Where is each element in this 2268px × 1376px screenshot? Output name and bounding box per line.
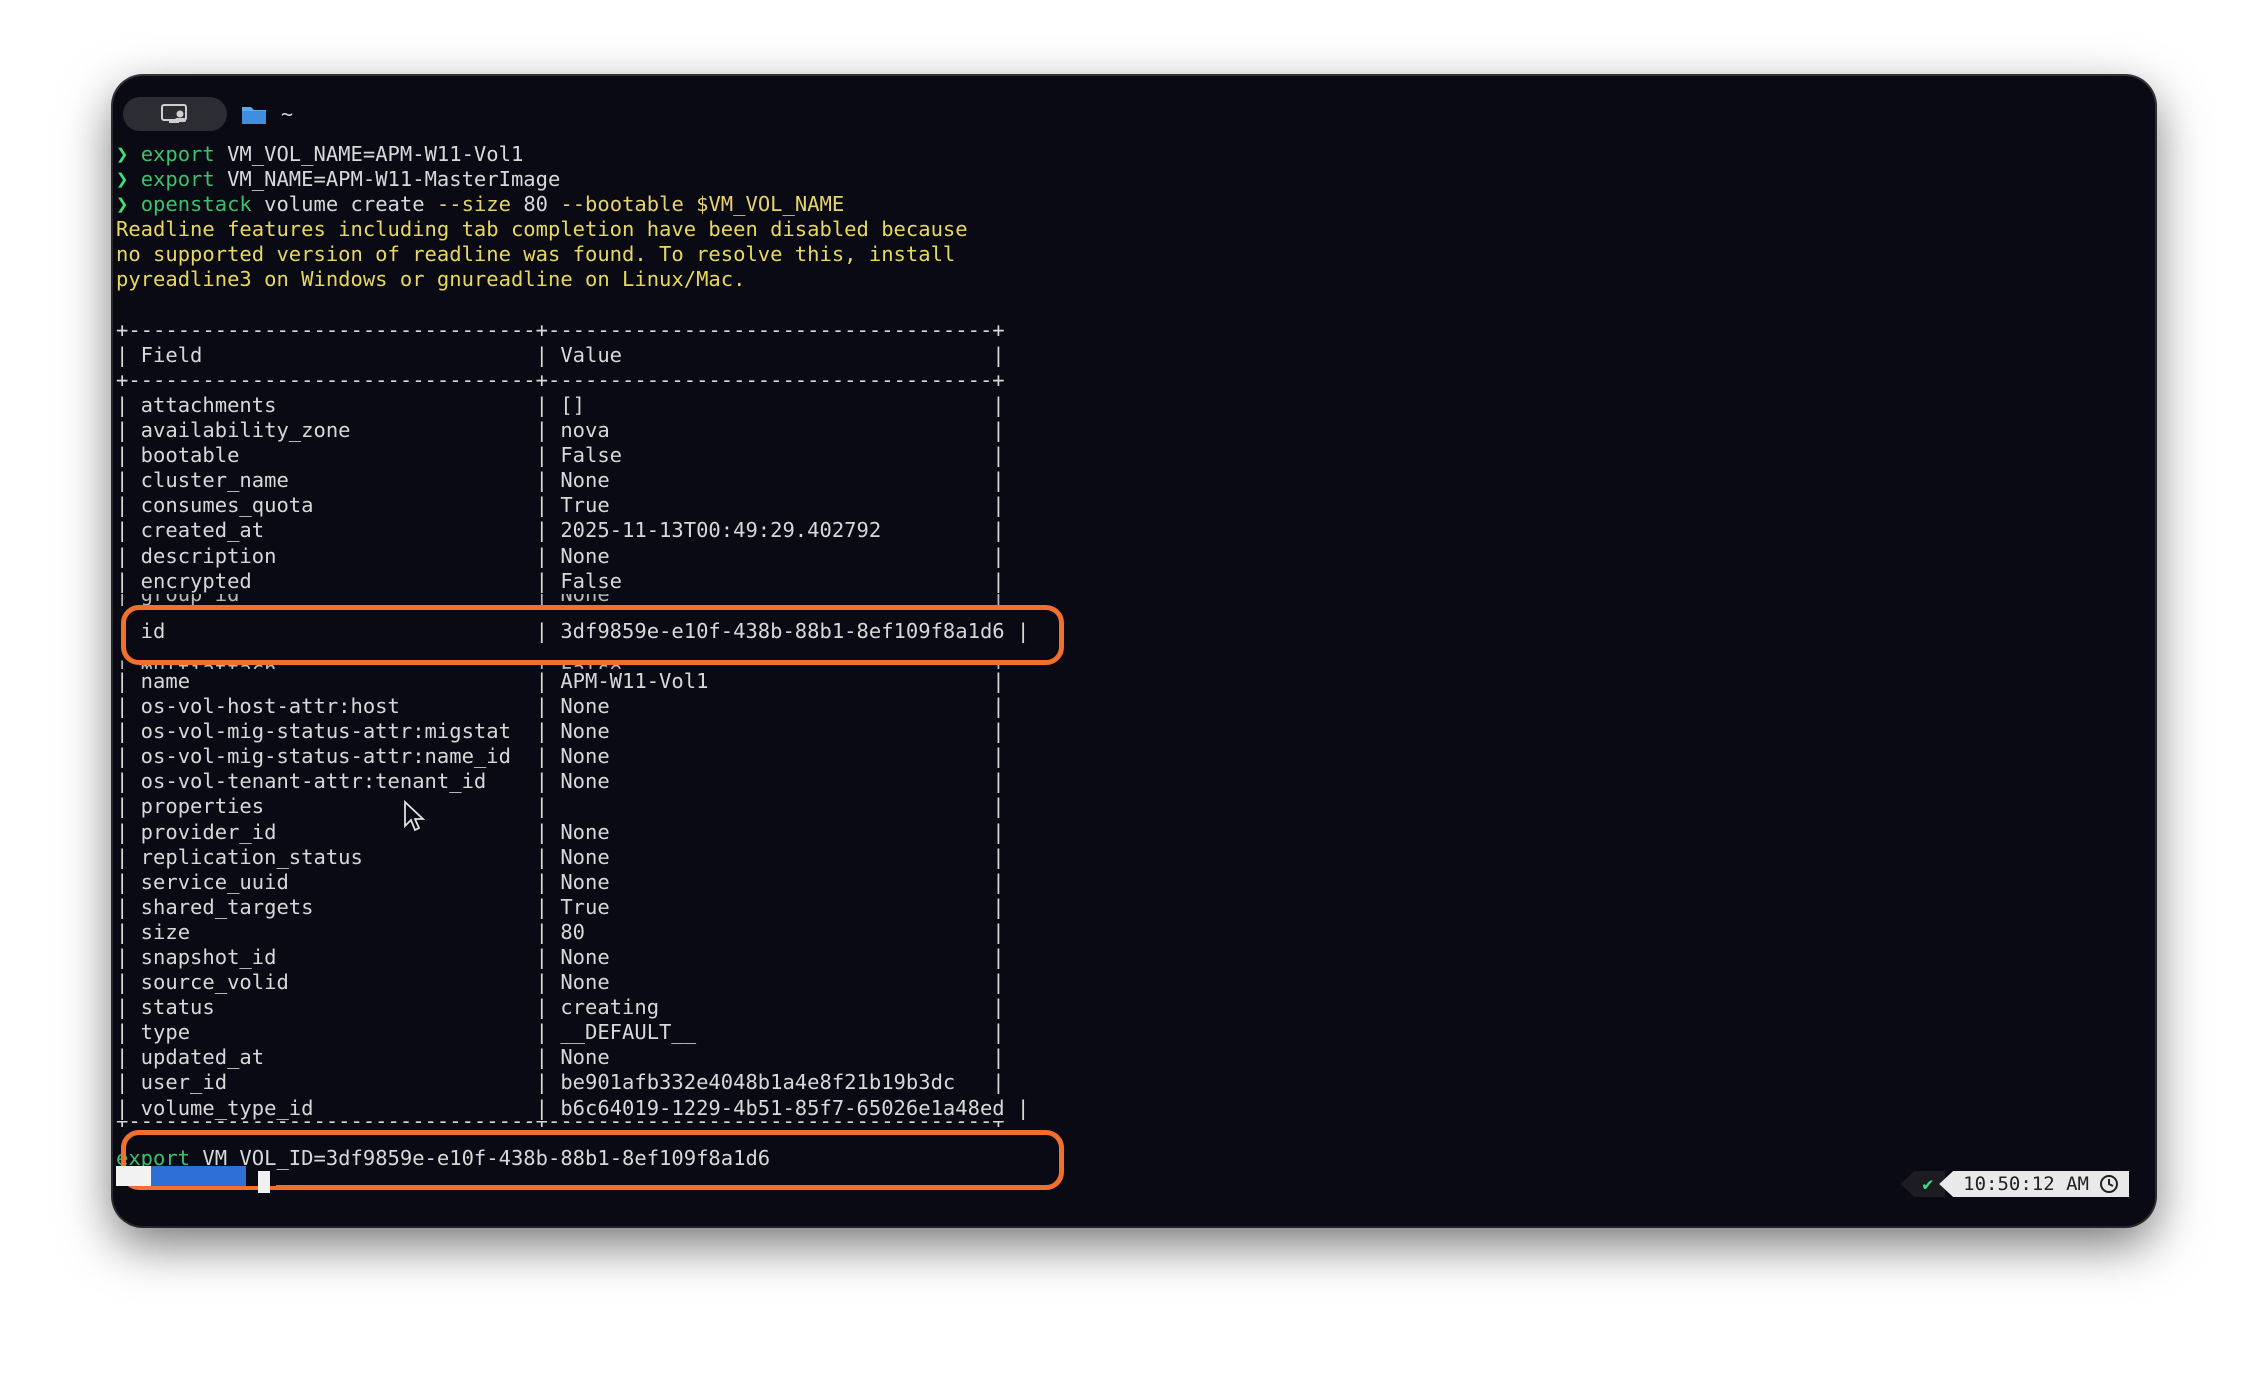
prompt-symbol: ❯: [116, 142, 129, 166]
table-row: | os-vol-mig-status-attr:migstat | None …: [116, 719, 1005, 744]
table-row: | cluster_name | None |: [116, 468, 1005, 493]
table-row: | name | APM-W11-Vol1 |: [116, 668, 1005, 693]
command-flag: --bootable $VM_VOL_NAME: [560, 192, 845, 217]
command-name: openstack: [140, 192, 252, 217]
table-row: | os-vol-tenant-attr:tenant_id | None |: [116, 769, 1005, 794]
clock-icon: [2100, 1175, 2118, 1193]
clock-segment: 10:50:12 AM: [1939, 1171, 2129, 1197]
table-row: | user_id | be901afb332e4048b1a4e8f21b19…: [116, 1070, 1005, 1095]
prompt-symbol: ❯: [116, 192, 129, 217]
table-row: | status | creating |: [116, 995, 1005, 1020]
warning-line-2: no supported version of readline was fou…: [116, 242, 956, 267]
table-row-group-id-text: | group_id | None |: [116, 593, 1005, 606]
status-segment: ✔ 10:50:12 AM: [1900, 1170, 2129, 1198]
table-row: | availability_zone | nova |: [116, 418, 1005, 443]
table-row: | attachments | [] |: [116, 392, 1005, 417]
table-row: | provider_id | None |: [116, 819, 1005, 844]
table-row: | type | __DEFAULT__ |: [116, 1020, 1005, 1045]
table-row: | encrypted | False |: [116, 568, 1005, 593]
command-line-3: ❯ openstack volume create --size 80 --bo…: [116, 192, 1029, 217]
warning-line-3: pyreadline3 on Windows or gnureadline on…: [116, 267, 746, 292]
mouse-pointer-icon: [404, 800, 425, 832]
table-row: | description | None |: [116, 543, 1005, 568]
command-name: export: [140, 167, 215, 192]
terminal-topbar: ~: [123, 94, 293, 134]
session-tab[interactable]: [123, 97, 227, 131]
terminal-window[interactable]: ~ ❯ export VM_VOL_NAME=APM-W11-Vol1 ❯ ex…: [113, 76, 2155, 1226]
command-flag: --size: [436, 192, 511, 217]
table-border: +---------------------------------+-----…: [116, 317, 1005, 342]
table-row: | replication_status | None |: [116, 844, 1005, 869]
table-row: | os-vol-host-attr:host | None |: [116, 694, 1005, 719]
remote-session-icon: [161, 104, 187, 123]
current-path: ~: [281, 102, 294, 126]
table-row: | os-vol-mig-status-attr:name_id | None …: [116, 744, 1005, 769]
command-args: VM_VOL_NAME=APM-W11-Vol1: [214, 142, 524, 166]
clock-time: 10:50:12 AM: [1963, 1173, 2089, 1195]
warning-line-1: Readline features including tab completi…: [116, 217, 968, 242]
command-line-1: ❯ export VM_VOL_NAME=APM-W11-Vol1: [116, 142, 1029, 167]
table-row: | size | 80 |: [116, 919, 1005, 944]
table-row: | volume_type_id | b6c64019-1229-4b51-85…: [116, 1095, 1030, 1120]
id-row-highlight: [121, 605, 1064, 665]
prompt-symbol: ❯: [116, 167, 129, 192]
command-args: VM_NAME=APM-W11-MasterImage: [214, 167, 561, 192]
table-border: +---------------------------------+-----…: [116, 367, 1005, 392]
table-row: | properties | |: [116, 794, 1005, 819]
prompt-segment: [116, 1166, 276, 1186]
command-line-2: ❯ export VM_NAME=APM-W11-MasterImage: [116, 167, 1029, 192]
table-row: | updated_at | None |: [116, 1045, 1005, 1070]
table-row: | snapshot_id | None |: [116, 945, 1005, 969]
text-cursor[interactable]: [258, 1171, 270, 1193]
table-row: | shared_targets | True |: [116, 894, 1005, 919]
table-header: | Field | Value |: [116, 342, 1005, 367]
command-args: 80: [510, 192, 561, 217]
command-name: export: [140, 142, 215, 166]
table-row: | service_uuid | None |: [116, 869, 1005, 894]
table-row: | consumes_quota | True |: [116, 493, 1005, 518]
folder-icon: [242, 107, 266, 124]
table-row: | bootable | False |: [116, 443, 1005, 468]
table-row: | created_at | 2025-11-13T00:49:29.40279…: [116, 518, 1005, 543]
table-row: | source_volid | None |: [116, 970, 1005, 995]
status-ok-badge: ✔: [1900, 1171, 1946, 1197]
command-args: volume create: [251, 192, 437, 217]
